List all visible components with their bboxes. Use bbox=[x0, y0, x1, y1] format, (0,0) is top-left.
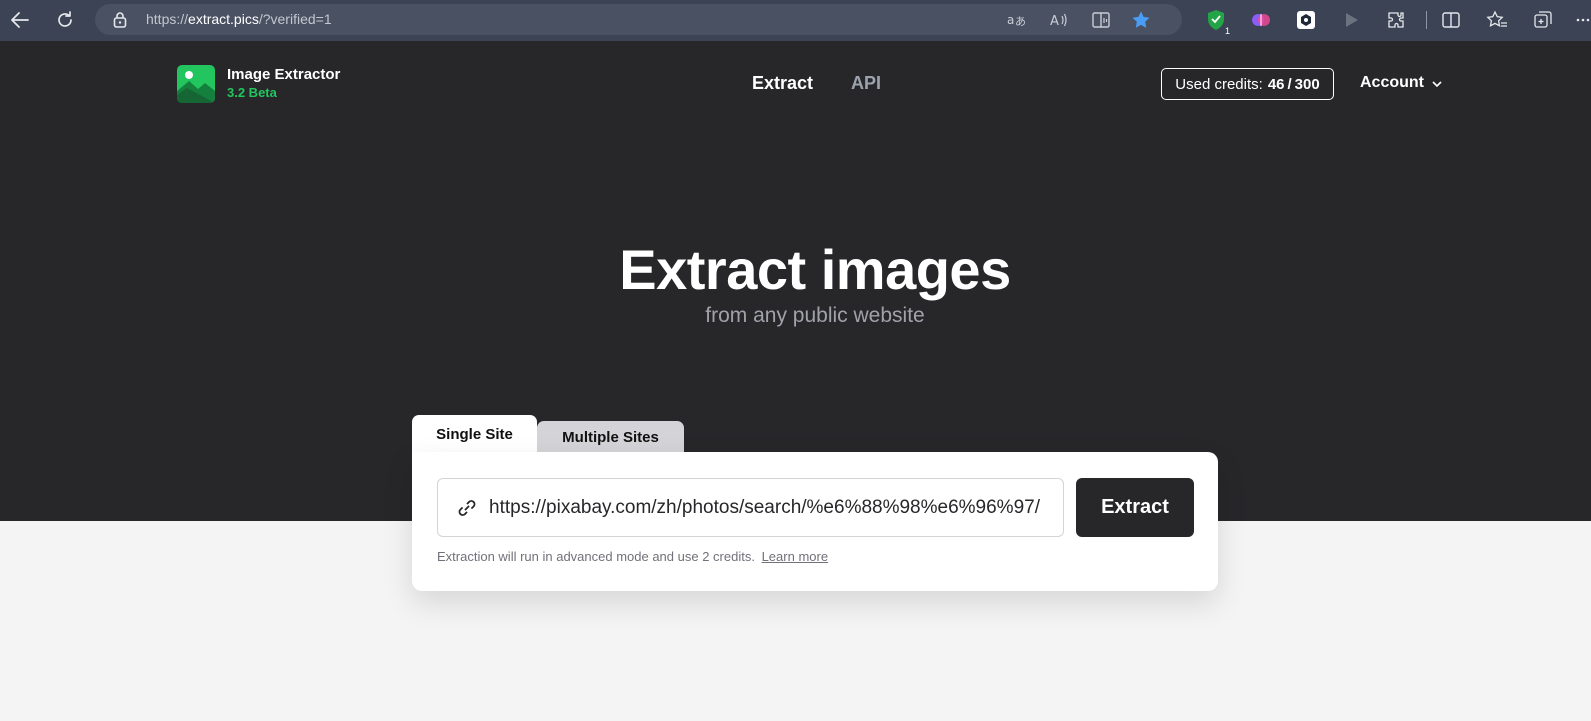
lock-icon[interactable] bbox=[112, 11, 128, 28]
hero-subtitle: from any public website bbox=[705, 304, 925, 327]
split-screen-icon[interactable] bbox=[1440, 9, 1462, 31]
account-label: Account bbox=[1360, 74, 1424, 91]
translate-icon[interactable]: aあ bbox=[1007, 10, 1027, 30]
toolbar-divider bbox=[1426, 11, 1427, 29]
brand-name[interactable]: Image Extractor bbox=[227, 66, 340, 83]
hero-title: Extract images bbox=[619, 238, 1011, 301]
credits-note-text: Extraction will run in advanced mode and… bbox=[437, 549, 755, 564]
dark-extension-icon[interactable] bbox=[1295, 9, 1317, 31]
svg-text:あ: あ bbox=[1015, 15, 1026, 28]
immersive-reader-icon[interactable] bbox=[1091, 10, 1111, 30]
image-logo-icon[interactable] bbox=[177, 65, 215, 103]
learn-more-link[interactable]: Learn more bbox=[762, 549, 828, 564]
shield-extension-icon[interactable]: 1 bbox=[1205, 9, 1231, 36]
tab-multiple-sites[interactable]: Multiple Sites bbox=[537, 421, 684, 453]
svg-text:a: a bbox=[1007, 13, 1014, 27]
nav-api-link[interactable]: API bbox=[851, 73, 881, 94]
refresh-icon[interactable] bbox=[52, 8, 78, 32]
brand-version: 3.2 Beta bbox=[227, 85, 277, 100]
url-path: /?verified=1 bbox=[258, 11, 332, 27]
browser-toolbar: https://extract.pics/?verified=1 aあ A 1 bbox=[0, 0, 1591, 41]
tab-single-site[interactable]: Single Site bbox=[412, 415, 537, 453]
brain-extension-icon[interactable] bbox=[1250, 9, 1272, 31]
link-icon bbox=[457, 498, 477, 523]
account-menu[interactable]: Account bbox=[1360, 74, 1442, 92]
url-host: extract.pics bbox=[188, 11, 259, 27]
site-hero: Image Extractor 3.2 Beta Extract API Use… bbox=[0, 41, 1591, 521]
url-input[interactable] bbox=[489, 479, 1055, 536]
favorites-icon[interactable] bbox=[1486, 9, 1508, 31]
address-url[interactable]: https://extract.pics/?verified=1 bbox=[146, 11, 332, 27]
address-bar[interactable]: https://extract.pics/?verified=1 aあ A bbox=[95, 4, 1182, 35]
favorite-star-icon[interactable] bbox=[1131, 10, 1151, 30]
svg-text:A: A bbox=[1050, 14, 1059, 28]
more-icon[interactable] bbox=[1572, 9, 1591, 31]
extract-button[interactable]: Extract bbox=[1076, 478, 1194, 537]
extensions-icon[interactable] bbox=[1385, 9, 1407, 31]
chevron-down-icon bbox=[1432, 74, 1442, 92]
play-extension-icon[interactable] bbox=[1340, 9, 1362, 31]
url-input-wrapper[interactable] bbox=[437, 478, 1064, 537]
used-credits-badge[interactable]: Used credits: 46 / 300 bbox=[1161, 68, 1334, 100]
read-aloud-icon[interactable]: A bbox=[1049, 10, 1069, 30]
credits-note: Extraction will run in advanced mode and… bbox=[437, 549, 828, 564]
credits-label: Used credits: bbox=[1175, 75, 1263, 93]
back-icon[interactable] bbox=[7, 8, 33, 32]
collections-icon[interactable] bbox=[1532, 9, 1554, 31]
url-scheme: https:// bbox=[146, 11, 189, 27]
credits-value: 46 / 300 bbox=[1267, 75, 1320, 93]
nav-extract-link[interactable]: Extract bbox=[752, 73, 813, 94]
extension-badge: 1 bbox=[1223, 26, 1231, 36]
extract-card: Extract Extraction will run in advanced … bbox=[412, 452, 1218, 591]
